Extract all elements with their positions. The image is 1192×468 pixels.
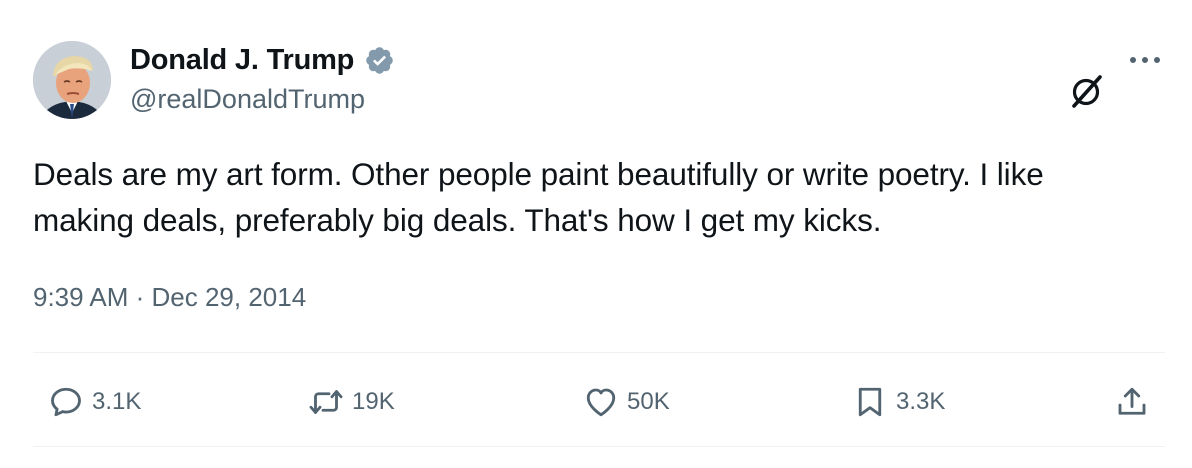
reply-count: 3.1K [92, 388, 142, 415]
like-count: 50K [627, 388, 670, 415]
avatar-image [33, 41, 111, 119]
tweet-card: Donald J. Trump @realDonaldTrump Deals a… [0, 0, 1192, 468]
grok-icon[interactable] [1069, 73, 1105, 109]
share-icon [1114, 384, 1150, 420]
retweet-icon [308, 384, 344, 420]
divider [33, 352, 1165, 353]
reply-icon [48, 384, 84, 420]
author-handle[interactable]: @realDonaldTrump [130, 84, 365, 115]
tweet-text: Deals are my art form. Other people pain… [33, 156, 1044, 238]
bookmark-button[interactable]: 3.3K [852, 382, 945, 422]
author-name-row: Donald J. Trump [130, 42, 395, 78]
bookmark-icon [852, 384, 888, 420]
like-button[interactable]: 50K [583, 382, 670, 422]
reply-button[interactable]: 3.1K [48, 382, 141, 422]
heart-icon [583, 384, 619, 420]
verified-badge-icon[interactable] [364, 45, 395, 76]
share-button[interactable] [1114, 382, 1150, 422]
retweet-count: 19K [352, 388, 395, 415]
tweet-timestamp[interactable]: 9:39 AM · Dec 29, 2014 [33, 282, 306, 313]
bookmark-count: 3.3K [896, 388, 946, 415]
more-options-icon[interactable] [1125, 48, 1165, 72]
retweet-button[interactable]: 19K [308, 382, 395, 422]
divider [33, 446, 1165, 447]
author-display-name[interactable]: Donald J. Trump [130, 44, 354, 77]
avatar[interactable] [33, 41, 111, 119]
